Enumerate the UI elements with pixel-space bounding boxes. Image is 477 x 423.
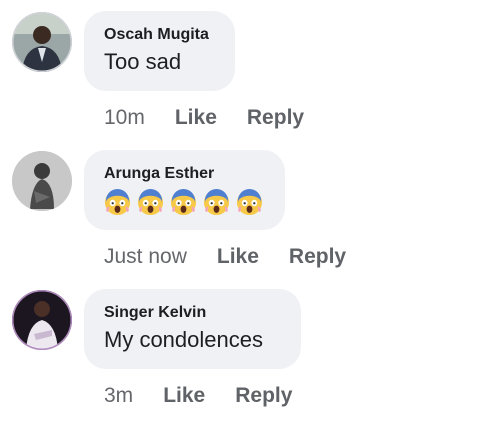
comment-author[interactable]: Singer Kelvin [104, 303, 281, 323]
face-screaming-in-fear-icon [236, 189, 263, 216]
comment-author[interactable]: Oscah Mugita [104, 25, 215, 45]
avatar[interactable] [12, 12, 72, 72]
avatar[interactable] [12, 290, 72, 350]
comment-bubble: Oscah Mugita Too sad [84, 11, 235, 91]
face-screaming-in-fear-icon [104, 189, 131, 216]
profile-photo-icon [12, 151, 72, 211]
comment-bubble: Arunga Esther [84, 150, 285, 230]
emoji-row [104, 188, 265, 216]
comment-actions: 10m Like Reply [104, 104, 304, 132]
reply-button[interactable]: Reply [235, 384, 292, 408]
comment-item: Oscah Mugita Too sad 10m Like Reply [0, 0, 477, 139]
comment-text: My condolences [104, 327, 263, 352]
reply-button[interactable]: Reply [289, 245, 346, 269]
comment-time[interactable]: 10m [104, 106, 145, 130]
comment-author[interactable]: Arunga Esther [104, 164, 265, 184]
avatar[interactable] [12, 151, 72, 211]
profile-photo-icon [12, 12, 72, 72]
profile-photo-icon [12, 290, 72, 350]
comment-time[interactable]: Just now [104, 245, 187, 269]
face-screaming-in-fear-icon [137, 189, 164, 216]
comment-time[interactable]: 3m [104, 384, 133, 408]
comment-actions: 3m Like Reply [104, 382, 292, 410]
comment-bubble: Singer Kelvin My condolences [84, 289, 301, 369]
like-button[interactable]: Like [175, 106, 217, 130]
comment-item: Arunga Esther Just now Like Reply [0, 139, 477, 278]
comment-text: Too sad [104, 49, 182, 74]
like-button[interactable]: Like [163, 384, 205, 408]
comment-actions: Just now Like Reply [104, 243, 346, 271]
face-screaming-in-fear-icon [203, 189, 230, 216]
reply-button[interactable]: Reply [247, 106, 304, 130]
face-screaming-in-fear-icon [170, 189, 197, 216]
comment-item: Singer Kelvin My condolences 3m Like Rep… [0, 278, 477, 417]
like-button[interactable]: Like [217, 245, 259, 269]
